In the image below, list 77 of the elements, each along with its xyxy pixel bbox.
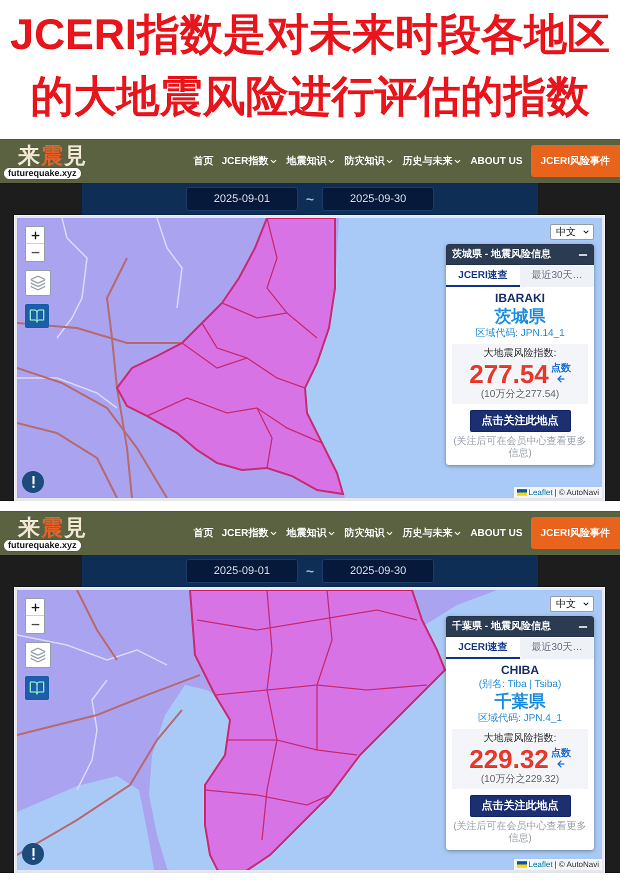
nav-item[interactable]: 防灾知识 xyxy=(344,154,394,168)
region-alias: (别名: Tiba | Tsiba) xyxy=(478,678,562,691)
nav-item[interactable]: 历史与未来 xyxy=(402,526,462,540)
nav-item[interactable]: 地震知识 xyxy=(286,154,336,168)
end-date-field[interactable]: 2025-09-30 xyxy=(322,187,434,211)
risk-events-button[interactable]: JCERI风险事件 xyxy=(530,145,620,177)
region-name: 千葉県 xyxy=(494,691,546,712)
index-unit: 点数 xyxy=(550,363,571,374)
index-note: (10万分之277.54) xyxy=(480,388,560,401)
follow-button[interactable]: 点击关注此地点 xyxy=(470,410,570,432)
panel-tab[interactable]: JCERI速查 xyxy=(446,637,520,659)
logo-domain-label: futurequake.xyz xyxy=(4,168,81,178)
end-date-field[interactable]: 2025-09-30 xyxy=(322,559,434,583)
index-note: (10万分之229.32) xyxy=(480,773,560,786)
nav-item[interactable]: 历史与未来 xyxy=(402,154,462,168)
region-code: 区域代码: JPN.14_1 xyxy=(475,327,565,340)
layers-icon xyxy=(30,275,46,291)
index-label: 大地震风险指数: xyxy=(484,347,556,360)
risk-events-button[interactable]: JCERI风险事件 xyxy=(530,517,620,549)
start-date-field[interactable]: 2025-09-01 xyxy=(186,559,298,583)
flag-icon xyxy=(516,861,527,868)
chevron-down-icon xyxy=(582,228,590,236)
follow-note: (关注后可在会员中心查看更多信息) xyxy=(452,821,588,845)
region-romaji: IBARAKI xyxy=(495,291,545,306)
headline-text: JCERI指数是对未来时段各地区 xyxy=(10,10,610,61)
panel-tab[interactable]: 最近30天… xyxy=(520,265,594,287)
headline-text: 的大地震风险进行评估的指数 xyxy=(30,72,590,123)
exclamation-icon xyxy=(32,848,34,860)
panel-title: 千葉県 - 地震风险信息 xyxy=(452,622,551,632)
arrow-left-icon xyxy=(556,374,566,384)
book-button[interactable] xyxy=(25,676,49,700)
start-date-field[interactable]: 2025-09-01 xyxy=(186,187,298,211)
nav-item[interactable]: 防灾知识 xyxy=(344,526,394,540)
follow-note: (关注后可在会员中心查看更多信息) xyxy=(452,436,588,460)
logo-domain-label: futurequake.xyz xyxy=(4,540,81,550)
attribution-text: | © AutoNavi xyxy=(554,860,599,868)
nav-item[interactable]: 首页 xyxy=(194,154,214,168)
plus-icon xyxy=(30,602,40,612)
risk-index-value: 277.54 xyxy=(469,360,549,388)
layers-icon xyxy=(30,647,46,663)
logo-character: 震 xyxy=(41,144,63,168)
leaflet-link[interactable]: Leaflet xyxy=(528,488,553,496)
logo-character: 来 xyxy=(18,144,40,168)
logo-character: 震 xyxy=(41,516,63,540)
follow-button[interactable]: 点击关注此地点 xyxy=(470,795,570,817)
language-select[interactable]: 中文 xyxy=(550,224,594,240)
region-romaji: CHIBA xyxy=(501,663,539,678)
nav-item[interactable]: ABOUT US xyxy=(470,526,523,540)
flag-icon xyxy=(516,489,527,496)
region-code: 区域代码: JPN.4_1 xyxy=(478,712,562,725)
index-unit: 点数 xyxy=(550,748,571,759)
book-icon xyxy=(29,680,45,696)
nav-item[interactable]: JCER指数 xyxy=(222,526,278,540)
attribution-text: | © AutoNavi xyxy=(554,488,599,496)
panel-title: 茨城県 - 地震风险信息 xyxy=(452,250,551,260)
nav-item[interactable]: JCER指数 xyxy=(222,154,278,168)
nav-item[interactable]: 首页 xyxy=(194,526,214,540)
date-separator: ~ xyxy=(306,564,314,578)
nav-item[interactable]: 地震知识 xyxy=(286,526,336,540)
panel-tab[interactable]: JCERI速查 xyxy=(446,265,520,287)
arrow-left-icon xyxy=(556,759,566,769)
language-select[interactable]: 中文 xyxy=(550,596,594,612)
region-name: 茨城県 xyxy=(494,306,546,327)
logo-character: 見 xyxy=(64,144,86,168)
plus-icon xyxy=(30,230,40,240)
exclamation-icon xyxy=(32,476,34,488)
nav-item[interactable]: ABOUT US xyxy=(470,154,523,168)
date-separator: ~ xyxy=(306,192,314,206)
leaflet-link[interactable]: Leaflet xyxy=(528,860,553,868)
logo-character: 見 xyxy=(64,516,86,540)
index-label: 大地震风险指数: xyxy=(484,732,556,745)
chevron-down-icon xyxy=(582,600,590,608)
panel-tab[interactable]: 最近30天… xyxy=(520,637,594,659)
book-button[interactable] xyxy=(25,304,49,328)
logo-character: 来 xyxy=(18,516,40,540)
book-icon xyxy=(29,308,45,324)
risk-index-value: 229.32 xyxy=(469,745,549,773)
